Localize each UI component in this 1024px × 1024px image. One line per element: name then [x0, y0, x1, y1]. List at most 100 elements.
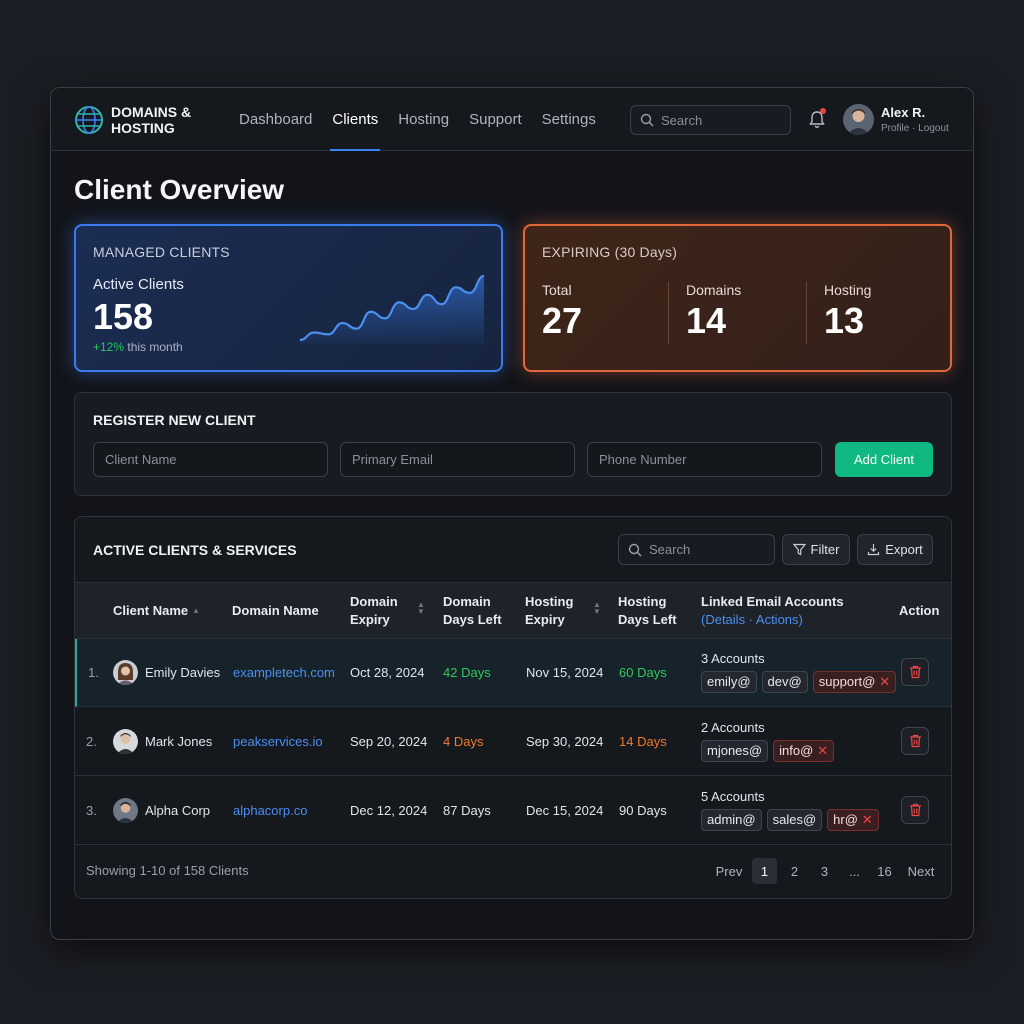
hosting-expiry: Sep 30, 2024: [526, 734, 604, 749]
expiring-hosting-label: Hosting: [824, 282, 872, 298]
divider: [806, 282, 807, 344]
row-number: 3.: [86, 803, 97, 818]
table-row[interactable]: 1. Emily Davies exampletech.com Oct 28, …: [75, 639, 951, 707]
email-chip-label: emily@: [707, 674, 751, 689]
export-button[interactable]: Export: [857, 534, 933, 565]
active-clients-label: Active Clients: [93, 276, 184, 293]
primary-email-input[interactable]: [340, 442, 575, 477]
table-search-input[interactable]: [649, 542, 764, 557]
managed-clients-card: MANAGED CLIENTS Active Clients 158 +12% …: [74, 224, 503, 372]
table-search[interactable]: [618, 534, 775, 565]
sort-icon[interactable]: ▲ ▼: [417, 601, 425, 616]
divider: [668, 282, 669, 344]
client-name[interactable]: Alpha Corp: [145, 803, 210, 818]
email-chip[interactable]: dev@: [761, 671, 808, 693]
col-hosting-expiry-line2: Expiry: [525, 612, 565, 627]
nav-support[interactable]: Support: [459, 88, 532, 151]
sort-icon[interactable]: ▲ ▼: [593, 601, 601, 616]
col-hosting-days-line1: Hosting: [618, 594, 667, 609]
search-icon: [640, 113, 654, 127]
filter-icon: [792, 543, 806, 556]
main-nav: Dashboard Clients Hosting Support Settin…: [229, 88, 606, 151]
hosting-days-left: 14 Days: [619, 734, 667, 749]
col-linked-emails-line2[interactable]: (Details · Actions): [701, 611, 844, 629]
pagination-page[interactable]: 1: [752, 858, 777, 884]
account-count: 2 Accounts: [701, 720, 765, 735]
col-hosting-expiry[interactable]: Hosting Expiry: [525, 593, 573, 629]
pagination-page[interactable]: 2: [782, 858, 807, 884]
domain-days-left: 4 Days: [443, 734, 484, 749]
email-chip-warning[interactable]: hr@ ✕: [827, 809, 879, 831]
domain-link[interactable]: exampletech.com: [233, 665, 335, 680]
delete-button[interactable]: [901, 658, 929, 686]
client-avatar: [113, 729, 138, 754]
export-label: Export: [885, 542, 923, 557]
col-domain-expiry-line2: Expiry: [350, 612, 390, 627]
nav-hosting[interactable]: Hosting: [388, 88, 459, 151]
pagination-page[interactable]: 3: [812, 858, 837, 884]
email-chip[interactable]: sales@: [766, 809, 823, 831]
col-linked-emails-line1: Linked Email Accounts: [701, 594, 844, 609]
col-domain-days-line1: Domain: [443, 594, 491, 609]
col-domain-name[interactable]: Domain Name: [232, 602, 319, 620]
email-chip[interactable]: mjones@: [701, 740, 769, 762]
sort-asc-icon[interactable]: ▲: [192, 606, 200, 615]
email-chip-warning[interactable]: info@ ✕: [773, 740, 835, 762]
col-domain-days-left[interactable]: Domain Days Left: [443, 593, 502, 629]
brand-name: DOMAINS & HOSTING: [111, 104, 192, 136]
email-chips: admin@ sales@ hr@ ✕: [701, 809, 884, 831]
table-row[interactable]: 3. Alpha Corp alphacorp.co Dec 12, 2024 …: [75, 777, 951, 845]
domain-link[interactable]: peakservices.io: [233, 734, 323, 749]
user-links[interactable]: Profile · Logout: [881, 123, 949, 134]
email-chips: mjones@ info@ ✕: [701, 740, 839, 762]
client-name[interactable]: Emily Davies: [145, 665, 220, 680]
globe-icon: [75, 106, 103, 134]
email-chip-warning[interactable]: support@ ✕: [812, 671, 897, 693]
client-name[interactable]: Mark Jones: [145, 734, 212, 749]
remove-icon[interactable]: ✕: [817, 743, 828, 758]
notification-dot: [820, 108, 826, 114]
client-name-input[interactable]: [93, 442, 328, 477]
domain-days-left: 42 Days: [443, 665, 491, 680]
remove-icon[interactable]: ✕: [879, 674, 890, 689]
hosting-days-left: 90 Days: [619, 803, 667, 818]
app-window: DOMAINS & HOSTING Dashboard Clients Host…: [50, 87, 974, 940]
col-linked-emails: Linked Email Accounts (Details · Actions…: [701, 593, 844, 629]
account-count: 3 Accounts: [701, 651, 765, 666]
domain-link[interactable]: alphacorp.co: [233, 803, 307, 818]
hosting-expiry: Dec 15, 2024: [526, 803, 604, 818]
nav-settings[interactable]: Settings: [532, 88, 606, 151]
register-heading: REGISTER NEW CLIENT: [93, 412, 256, 428]
domain-expiry: Oct 28, 2024: [350, 665, 425, 680]
col-client-name[interactable]: Client Name: [113, 602, 188, 620]
col-domain-expiry[interactable]: Domain Expiry: [350, 593, 398, 629]
email-chip-label: mjones@: [707, 743, 763, 758]
delete-button[interactable]: [901, 796, 929, 824]
user-avatar[interactable]: [843, 104, 874, 135]
col-hosting-days-left[interactable]: Hosting Days Left: [618, 593, 677, 629]
pagination-next[interactable]: Next: [903, 858, 939, 884]
nav-clients[interactable]: Clients: [322, 88, 388, 151]
global-search[interactable]: [630, 105, 791, 135]
add-client-button[interactable]: Add Client: [835, 442, 933, 477]
table-row[interactable]: 2. Mark Jones peakservices.io Sep 20, 20…: [75, 708, 951, 776]
col-action: Action: [899, 603, 940, 618]
pagination-page[interactable]: 16: [872, 858, 897, 884]
expiring-card: EXPIRING (30 Days) Total 27 Domains 14 H…: [523, 224, 952, 372]
pagination-prev[interactable]: Prev: [711, 858, 747, 884]
user-name[interactable]: Alex R.: [881, 105, 925, 120]
global-search-input[interactable]: [661, 112, 781, 128]
email-chip[interactable]: emily@: [701, 671, 757, 693]
email-chip[interactable]: admin@: [701, 809, 762, 831]
brand[interactable]: DOMAINS & HOSTING: [73, 104, 211, 136]
results-summary: Showing 1-10 of 158 Clients: [86, 863, 249, 878]
phone-number-input[interactable]: [587, 442, 822, 477]
expiring-domains: Domains 14: [686, 282, 741, 342]
download-icon: [868, 544, 880, 556]
remove-icon[interactable]: ✕: [862, 812, 873, 827]
email-chips: emily@ dev@ support@ ✕: [701, 671, 901, 693]
clients-table-panel: ACTIVE CLIENTS & SERVICES Filter Export …: [74, 516, 952, 899]
nav-dashboard[interactable]: Dashboard: [229, 88, 322, 151]
delete-button[interactable]: [901, 727, 929, 755]
filter-button[interactable]: Filter: [782, 534, 850, 565]
